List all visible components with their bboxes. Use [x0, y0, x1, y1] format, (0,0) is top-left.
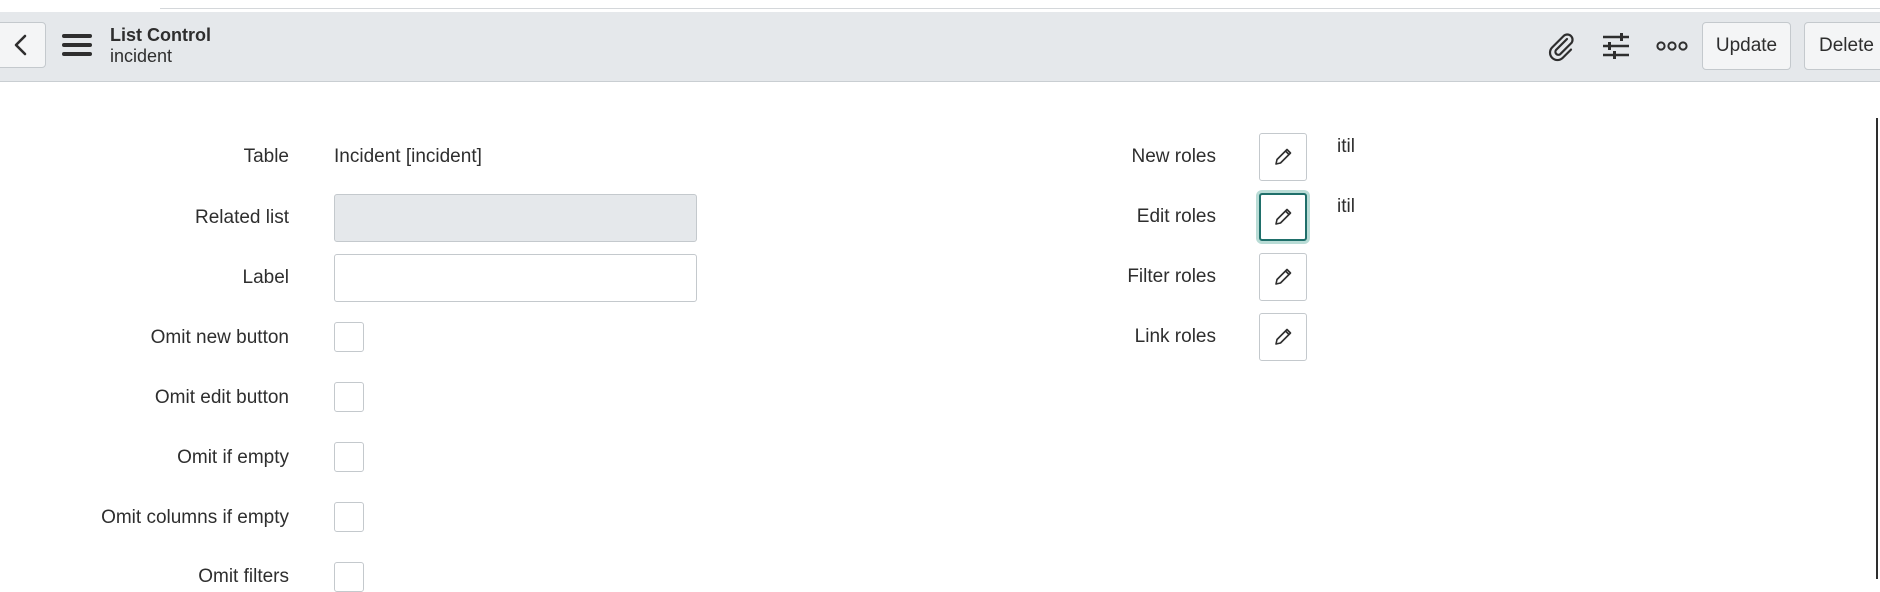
edit-edit-roles-button[interactable]	[1259, 193, 1307, 241]
new-roles-label: New roles	[1131, 146, 1216, 167]
new-roles-value: itil	[1337, 136, 1355, 157]
paperclip-icon	[1548, 33, 1574, 62]
update-button[interactable]: Update	[1702, 22, 1791, 70]
label-label: Label	[242, 267, 290, 288]
back-button[interactable]	[0, 22, 46, 68]
pencil-icon	[1275, 328, 1292, 345]
top-strip	[0, 0, 1880, 12]
link-roles-label: Link roles	[1134, 326, 1216, 347]
delete-button[interactable]: Delete	[1804, 22, 1880, 70]
label-field[interactable]	[334, 254, 697, 302]
edit-link-roles-button[interactable]	[1259, 313, 1307, 361]
scrollbar[interactable]	[1876, 118, 1878, 579]
page-subtitle: incident	[110, 46, 173, 66]
hamburger-menu-icon[interactable]	[62, 34, 92, 58]
omit-filters-checkbox[interactable]	[334, 562, 364, 592]
omit-columns-if-empty-label: Omit columns if empty	[101, 507, 289, 528]
edit-new-roles-button[interactable]	[1259, 133, 1307, 181]
personalize-form-button[interactable]	[1598, 28, 1634, 64]
related-list-label: Related list	[195, 207, 289, 228]
more-options-button[interactable]	[1654, 28, 1690, 64]
pencil-icon	[1275, 268, 1292, 285]
omit-new-button-label: Omit new button	[150, 327, 289, 348]
omit-new-button-checkbox[interactable]	[334, 322, 364, 352]
omit-columns-if-empty-checkbox[interactable]	[334, 502, 364, 532]
related-list-field[interactable]	[334, 194, 697, 242]
header-title-block: List Control incident	[110, 24, 211, 66]
edit-roles-label: Edit roles	[1136, 206, 1216, 227]
omit-if-empty-checkbox[interactable]	[334, 442, 364, 472]
omit-edit-button-label: Omit edit button	[154, 387, 289, 408]
pencil-icon	[1275, 208, 1292, 225]
page-title: List Control	[110, 25, 211, 45]
chevron-left-icon	[14, 34, 27, 56]
filter-roles-label: Filter roles	[1127, 266, 1216, 287]
attachment-button[interactable]	[1543, 28, 1579, 64]
form-header: List Control incident Update Delete	[0, 12, 1880, 82]
more-options-icon	[1656, 41, 1688, 51]
edit-filter-roles-button[interactable]	[1259, 253, 1307, 301]
table-label: Table	[243, 146, 289, 167]
omit-if-empty-label: Omit if empty	[177, 447, 289, 468]
sliders-icon	[1603, 33, 1629, 59]
table-value: Incident [incident]	[334, 146, 482, 167]
pencil-icon	[1275, 148, 1292, 165]
edit-roles-value: itil	[1337, 196, 1355, 217]
omit-edit-button-checkbox[interactable]	[334, 382, 364, 412]
omit-filters-label: Omit filters	[198, 566, 289, 587]
